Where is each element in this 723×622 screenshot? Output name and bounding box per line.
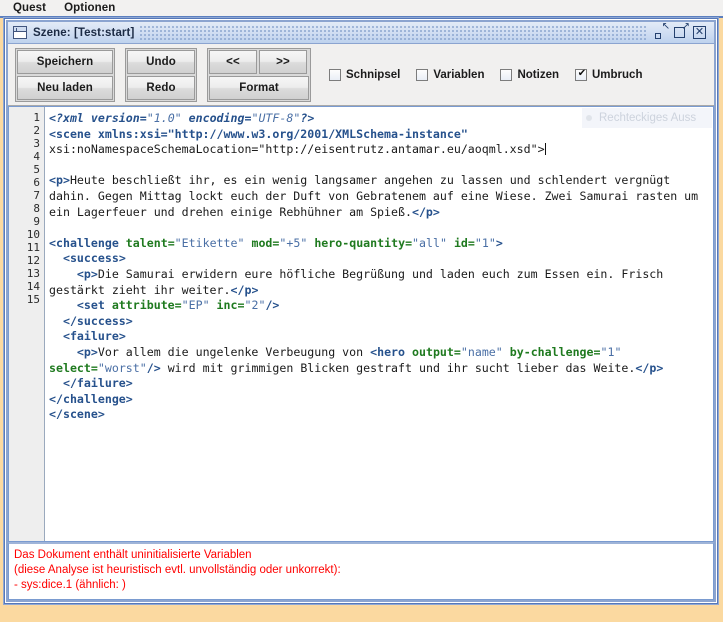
scene-editor-frame: Szene: [Test:start] Speichern Neu laden: [4, 18, 718, 604]
text-caret: [544, 143, 546, 156]
window-icon: [13, 26, 27, 39]
checkbox-variablen-label: Variablen: [433, 68, 485, 81]
reload-button[interactable]: Neu laden: [17, 75, 113, 100]
close-icon[interactable]: [692, 25, 707, 40]
checkbox-notizen-label: Notizen: [517, 68, 559, 81]
code-line: <set attribute="EP" inc="2"/>: [76, 298, 280, 313]
checkbox-variablen[interactable]: Variablen: [416, 68, 485, 81]
previous-button[interactable]: <<: [209, 49, 257, 74]
code-line: xsi:noNamespaceSchemaLocation="http://ei…: [49, 142, 546, 157]
code-content[interactable]: <?xml version="1.0" encoding="UTF-8"?> <s…: [45, 107, 713, 541]
window-title: Szene: [Test:start]: [33, 26, 135, 39]
ghost-tooltip: Rechteckiges Auss: [582, 108, 712, 128]
menu-item-optionen[interactable]: Optionen: [55, 0, 124, 16]
redo-button[interactable]: Redo: [127, 75, 195, 100]
xml-editor[interactable]: 1 2 3 4 5 6 7 8 9 10 11 12 13 14 15 <?xm…: [8, 106, 714, 542]
checkbox-schnipsel-box[interactable]: [329, 68, 341, 81]
line-number: 10: [26, 228, 40, 241]
undo-button[interactable]: Undo: [127, 49, 195, 74]
code-line: <p>Heute beschließt ihr, es ein wenig la…: [49, 173, 706, 219]
checkbox-schnipsel[interactable]: Schnipsel: [329, 68, 401, 81]
toolbar: Speichern Neu laden Undo Redo << >> Form…: [8, 44, 714, 106]
line-number: 13: [26, 267, 40, 280]
line-number: 5: [33, 163, 40, 176]
line-number: 15: [26, 293, 40, 306]
analysis-messages: Das Dokument enthält uninitialisierte Va…: [8, 542, 714, 600]
code-line: </scene>: [49, 407, 105, 422]
format-button[interactable]: Format: [209, 75, 309, 100]
code-line: <challenge talent="Etikette" mod="+5" he…: [49, 235, 503, 250]
code-line: <p>Vor allem die ungelenke Verbeugung vo…: [49, 344, 664, 375]
scene-editor-frame-inner: Szene: [Test:start] Speichern Neu laden: [6, 20, 716, 602]
checkbox-notizen-box[interactable]: [500, 68, 513, 81]
checkbox-notizen[interactable]: Notizen: [500, 68, 559, 81]
line-number: 1: [33, 111, 40, 124]
checkbox-umbruch-label: Umbruch: [592, 68, 643, 81]
code-line: <p>Die Samurai erwidern eure höfliche Be…: [49, 266, 671, 297]
application-window: Quest Optionen Szene: [Test:start] ↖ ↗ ✕…: [0, 0, 723, 622]
checkbox-umbruch[interactable]: Umbruch: [575, 68, 643, 81]
view-options: Schnipsel Variablen Notizen Umbruch: [329, 68, 643, 81]
line-number: 3: [33, 137, 40, 150]
code-line: <failure>: [62, 329, 126, 344]
code-line: <success>: [62, 251, 126, 266]
title-bar-texture: [140, 25, 648, 40]
ghost-dot-icon: [586, 115, 592, 121]
next-button[interactable]: >>: [259, 49, 307, 74]
message-line-1: Das Dokument enthält uninitialisierte Va…: [14, 549, 252, 561]
code-line: </success>: [62, 313, 133, 328]
message-line-2: (diese Analyse ist heuristisch evtl. unv…: [14, 564, 341, 576]
checkbox-schnipsel-label: Schnipsel: [346, 68, 401, 81]
code-line: <scene xmlns:xsi="http://www.w3.org/2001…: [49, 126, 468, 141]
restore-icon[interactable]: [654, 21, 670, 40]
line-number: 12: [26, 254, 40, 267]
code-line: </challenge>: [49, 391, 133, 406]
file-button-group: Speichern Neu laden: [15, 47, 115, 102]
menu-item-quest[interactable]: Quest: [4, 0, 55, 16]
history-button-group: Undo Redo: [125, 47, 197, 102]
maximize-icon[interactable]: [673, 21, 690, 40]
line-number: 7: [33, 189, 40, 202]
title-bar[interactable]: Szene: [Test:start]: [8, 21, 714, 44]
navigation-button-group: << >> Format: [207, 47, 311, 102]
line-number: 2: [33, 124, 40, 137]
window-controls: [654, 21, 707, 40]
line-number-gutter: 1 2 3 4 5 6 7 8 9 10 11 12 13 14 15: [9, 107, 45, 541]
line-number: 6: [33, 176, 40, 189]
line-number: 11: [26, 241, 40, 254]
checkbox-variablen-box[interactable]: [416, 68, 429, 81]
line-number: 8: [33, 202, 40, 215]
line-number: 4: [33, 150, 40, 163]
save-button[interactable]: Speichern: [17, 49, 113, 74]
checkbox-umbruch-box[interactable]: [575, 68, 588, 81]
menu-bar: Quest Optionen: [0, 0, 723, 16]
code-line: </failure>: [62, 376, 133, 391]
ghost-tooltip-label: Rechteckiges Auss: [599, 112, 697, 124]
line-number: 14: [26, 280, 40, 293]
line-number: 9: [33, 215, 40, 228]
message-line-3: - sys:dice.1 (ähnlich: ): [14, 579, 126, 591]
